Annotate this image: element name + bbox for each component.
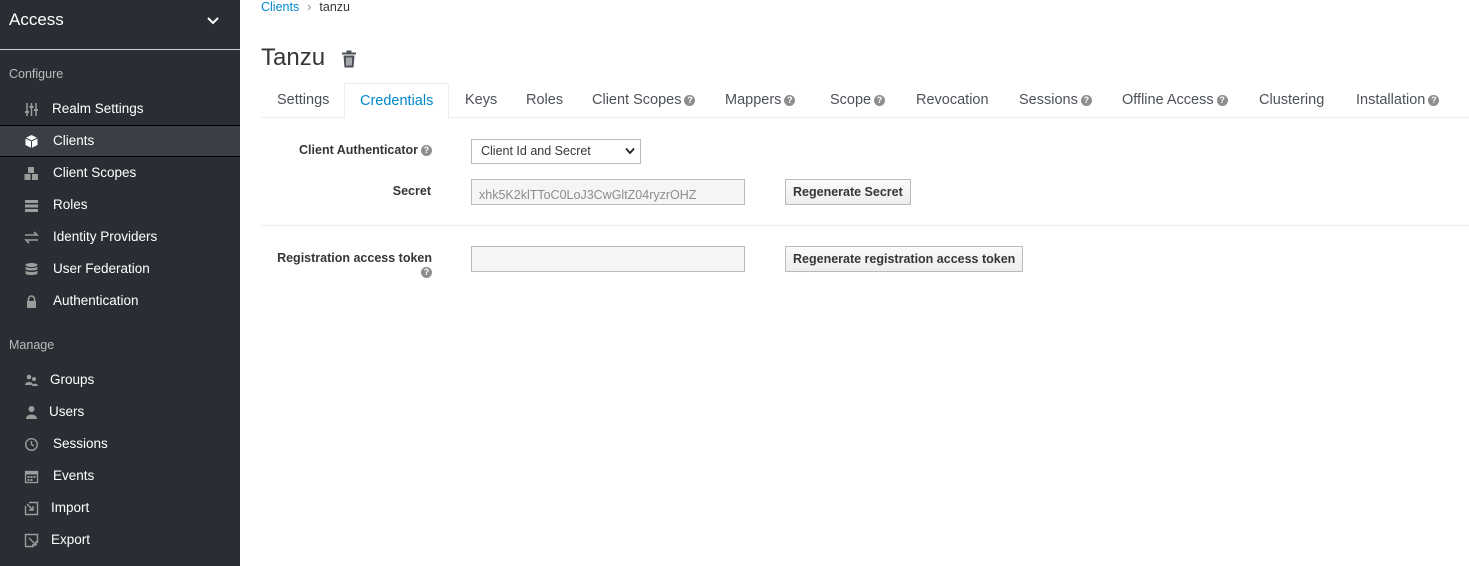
sidebar-item-export[interactable]: Export — [0, 525, 240, 556]
lock-icon — [27, 295, 36, 308]
secret-input[interactable] — [471, 179, 745, 205]
realm-selector[interactable]: Access — [0, 0, 240, 50]
sidebar-item-label: Clients — [53, 133, 95, 148]
tab-mappers[interactable]: Mappers? — [725, 83, 796, 118]
help-icon: ? — [421, 267, 432, 278]
tab-credentials[interactable]: Credentials — [344, 83, 450, 119]
export-icon — [24, 533, 39, 548]
registration-token-input[interactable] — [471, 246, 745, 272]
exchange-icon — [24, 231, 39, 244]
sidebar-item-label: Export — [51, 532, 91, 547]
tab-label: Credentials — [360, 93, 434, 109]
client-authenticator-label-text: Client Authenticator — [299, 143, 418, 157]
sliders-icon — [25, 103, 38, 116]
secret-label: Secret — [392, 184, 431, 198]
form-divider — [261, 225, 1469, 226]
breadcrumb-current: tanzu — [319, 0, 350, 14]
sidebar-item-label: Authentication — [53, 293, 139, 308]
sidebar-item-label: Identity Providers — [53, 229, 158, 244]
sidebar-item-realm-settings[interactable]: Realm Settings — [0, 94, 240, 125]
help-icon: ? — [1216, 95, 1228, 106]
breadcrumb: Clients › tanzu — [261, 0, 350, 14]
tab-settings[interactable]: Settings — [277, 83, 329, 118]
registration-token-label-text: Registration access token — [277, 251, 432, 265]
sidebar-item-label: Realm Settings — [52, 101, 144, 116]
help-icon: ? — [874, 95, 886, 106]
regenerate-registration-token-button[interactable]: Regenerate registration access token — [785, 246, 1024, 272]
tab-label: Client Scopes — [592, 92, 682, 108]
breadcrumb-separator: › — [307, 0, 312, 14]
sidebar-item-identity-providers[interactable]: Identity Providers — [0, 222, 240, 253]
cubes-icon — [24, 167, 38, 180]
tab-label: Clustering — [1259, 92, 1325, 108]
sidebar-item-label: Sessions — [53, 436, 108, 451]
user-icon — [26, 406, 37, 419]
regenerate-secret-button[interactable]: Regenerate Secret — [785, 179, 911, 205]
tab-installation[interactable]: Installation? — [1356, 83, 1440, 118]
database-icon — [25, 263, 38, 275]
tab-revocation[interactable]: Revocation — [916, 83, 989, 118]
sidebar-item-roles[interactable]: Roles — [0, 190, 240, 221]
users-icon — [25, 374, 38, 386]
tab-label: Installation — [1356, 92, 1426, 108]
page-title: Tanzu — [261, 44, 326, 71]
tab-sessions[interactable]: Sessions? — [1019, 83, 1092, 118]
sidebar-item-import[interactable]: Import — [0, 493, 240, 524]
tab-label: Mappers — [725, 92, 782, 108]
tab-label: Revocation — [916, 92, 989, 108]
help-icon: ? — [421, 145, 432, 156]
tab-roles[interactable]: Roles — [526, 83, 563, 118]
clock-icon — [24, 437, 39, 452]
sidebar-item-user-federation[interactable]: User Federation — [0, 254, 240, 285]
tab-scope[interactable]: Scope? — [830, 83, 886, 118]
tab-keys[interactable]: Keys — [465, 83, 497, 118]
calendar-icon — [24, 470, 39, 484]
client-authenticator-value: Client Id and Secret — [481, 144, 591, 158]
tab-clustering[interactable]: Clustering — [1259, 83, 1324, 118]
tab-label: Offline Access — [1122, 92, 1214, 108]
sidebar-item-label: Users — [49, 404, 85, 419]
import-icon — [24, 501, 39, 516]
sidebar-item-label: Roles — [53, 197, 88, 212]
sidebar-item-sessions[interactable]: Sessions — [0, 429, 240, 460]
tab-label: Scope — [830, 92, 872, 108]
sidebar-item-label: User Federation — [53, 261, 150, 276]
help-icon: ? — [1428, 95, 1440, 106]
sidebar-item-client-scopes[interactable]: Client Scopes — [0, 158, 240, 189]
registration-token-label: Registration access token? — [266, 251, 432, 279]
realm-name: Access — [9, 10, 64, 29]
list-icon — [25, 200, 38, 212]
help-icon: ? — [1080, 95, 1092, 106]
sidebar-item-label: Import — [51, 500, 90, 515]
cube-icon — [25, 135, 38, 148]
help-icon: ? — [784, 95, 796, 106]
sidebar-item-groups[interactable]: Groups — [0, 365, 240, 396]
chevron-down-icon — [625, 147, 635, 155]
tab-label: Roles — [526, 92, 564, 108]
sidebar-item-events[interactable]: Events — [0, 461, 240, 492]
sidebar-item-label: Events — [53, 468, 95, 483]
tab-label: Sessions — [1019, 92, 1078, 108]
tab-offline-access[interactable]: Offline Access? — [1122, 83, 1228, 118]
tab-bar: Settings Credentials Keys Roles Client S… — [261, 83, 1469, 119]
section-configure: Configure — [9, 67, 64, 81]
tab-label: Keys — [465, 92, 498, 108]
chevron-down-icon — [207, 17, 219, 25]
tab-label: Settings — [277, 92, 330, 108]
sidebar-item-clients[interactable]: Clients — [0, 125, 240, 157]
tab-client-scopes[interactable]: Client Scopes? — [592, 83, 696, 118]
sidebar-item-label: Groups — [50, 372, 95, 387]
sidebar-item-users[interactable]: Users — [0, 397, 240, 428]
help-icon: ? — [684, 95, 696, 106]
sidebar-item-label: Client Scopes — [53, 165, 137, 180]
section-manage: Manage — [9, 338, 55, 352]
client-authenticator-label: Client Authenticator? — [270, 143, 432, 157]
sidebar-item-authentication[interactable]: Authentication — [0, 286, 240, 317]
trash-icon[interactable] — [341, 50, 357, 68]
client-authenticator-select[interactable]: Client Id and Secret — [471, 139, 641, 164]
sidebar: Access Configure Realm Settings Clients … — [0, 0, 240, 566]
breadcrumb-clients-link[interactable]: Clients — [261, 0, 299, 14]
